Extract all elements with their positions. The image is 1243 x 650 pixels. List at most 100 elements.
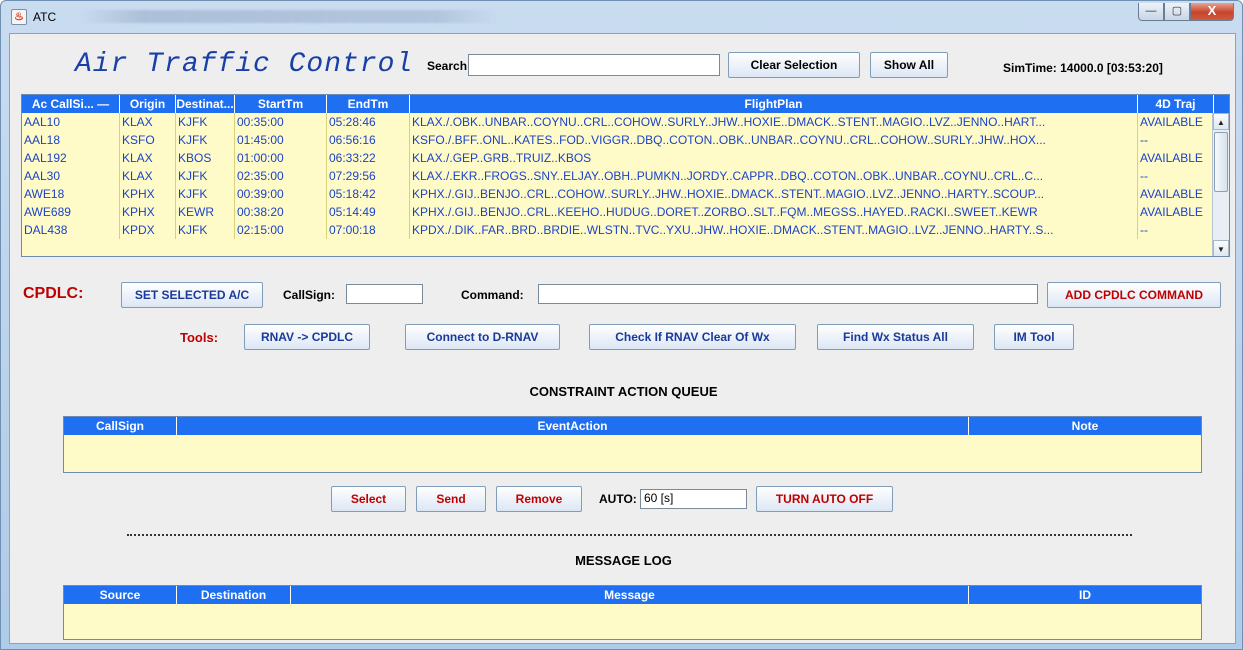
- find-wx-status-all-button[interactable]: Find Wx Status All: [817, 324, 974, 350]
- cell-origin: KLAX: [120, 167, 176, 185]
- auto-interval-input[interactable]: 60 [s]: [640, 489, 747, 509]
- cell-4d-traj: AVAILABLE: [1138, 185, 1214, 203]
- table-row[interactable]: AWE18 KPHX KJFK 00:39:00 05:18:42 KPHX./.GIJ.…: [22, 185, 1214, 203]
- app-title: Air Traffic Control: [75, 49, 414, 80]
- cell-callsign: AAL18: [22, 131, 120, 149]
- cell-flightplan: KLAX./.GEP..GRB..TRUIZ..KBOS: [410, 149, 1138, 167]
- cell-starttm: 01:45:00: [235, 131, 327, 149]
- client-area: Air Traffic Control Search Clear Selecti…: [9, 33, 1236, 644]
- remove-button[interactable]: Remove: [496, 486, 582, 512]
- command-label: Command:: [461, 288, 524, 302]
- flights-table-body: AAL10 KLAX KJFK 00:35:00 05:28:46 KLAX./.OBK.…: [22, 113, 1214, 256]
- clear-selection-button[interactable]: Clear Selection: [728, 52, 860, 78]
- command-input[interactable]: [538, 284, 1038, 304]
- cell-4d-traj: AVAILABLE: [1138, 113, 1214, 131]
- table-row[interactable]: AAL10 KLAX KJFK 00:35:00 05:28:46 KLAX./.OBK.…: [22, 113, 1214, 131]
- message-log-title: MESSAGE LOG: [575, 553, 672, 568]
- column-header-flightplan[interactable]: FlightPlan: [410, 95, 1138, 113]
- auto-label: AUTO:: [599, 492, 637, 506]
- column-header-endtm[interactable]: EndTm: [327, 95, 410, 113]
- add-cpdlc-command-button[interactable]: ADD CPDLC COMMAND: [1047, 282, 1221, 308]
- show-all-button[interactable]: Show All: [870, 52, 948, 78]
- cell-origin: KSFO: [120, 131, 176, 149]
- cell-callsign: AWE689: [22, 203, 120, 221]
- table-row[interactable]: AAL30 KLAX KJFK 02:35:00 07:29:56 KLAX./.EKR.…: [22, 167, 1214, 185]
- column-header-callsign[interactable]: Ac CallSi... —: [22, 95, 120, 113]
- table-row[interactable]: AAL192 KLAX KBOS 01:00:00 06:33:22 KLAX./.GEP…: [22, 149, 1214, 167]
- column-header-destination[interactable]: Destinat...: [176, 95, 235, 113]
- message-log-table: Source Destination Message ID: [63, 585, 1202, 640]
- cell-destination: KJFK: [176, 167, 235, 185]
- set-selected-ac-button[interactable]: SET SELECTED A/C: [121, 282, 263, 308]
- flights-table-header: Ac CallSi... — Origin Destinat... StartTm En…: [22, 95, 1229, 113]
- rnav-to-cpdlc-button[interactable]: RNAV -> CPDLC: [244, 324, 370, 350]
- scroll-up-arrow-icon[interactable]: ▲: [1213, 113, 1229, 130]
- column-header-origin[interactable]: Origin: [120, 95, 176, 113]
- table-row[interactable]: DAL438 KPDX KJFK 02:15:00 07:00:18 KPDX./.DIK…: [22, 221, 1214, 239]
- minimize-button[interactable]: —: [1138, 3, 1164, 21]
- table-row[interactable]: AAL18 KSFO KJFK 01:45:00 06:56:16 KSFO./.BFF.…: [22, 131, 1214, 149]
- column-header-note[interactable]: Note: [969, 417, 1201, 435]
- check-rnav-clear-wx-button[interactable]: Check If RNAV Clear Of Wx: [589, 324, 796, 350]
- cell-starttm: 00:38:20: [235, 203, 327, 221]
- window-controls: — ▢ X: [1138, 3, 1234, 21]
- cell-flightplan: KLAX./.OBK..UNBAR..COYNU..CRL..COHOW..SU…: [410, 113, 1138, 131]
- close-button[interactable]: X: [1190, 3, 1234, 21]
- constraint-queue-table: CallSign EventAction Note: [63, 416, 1202, 473]
- cell-endtm: 06:56:16: [327, 131, 410, 149]
- java-app-icon: ♨: [11, 9, 27, 25]
- column-header-id[interactable]: ID: [969, 586, 1201, 604]
- search-input[interactable]: [468, 54, 720, 76]
- scroll-thumb[interactable]: [1214, 132, 1228, 192]
- cell-destination: KJFK: [176, 185, 235, 203]
- search-label: Search: [427, 59, 468, 73]
- callsign-input[interactable]: [346, 284, 423, 304]
- title-bar[interactable]: ♨ ATC — ▢ X: [1, 1, 1242, 33]
- cell-destination: KJFK: [176, 113, 235, 131]
- column-header-destination[interactable]: Destination: [177, 586, 291, 604]
- cell-origin: KLAX: [120, 149, 176, 167]
- cell-flightplan: KLAX./.EKR..FROGS..SNY..ELJAY..OBH..PUMK…: [410, 167, 1138, 185]
- window-title: ATC: [33, 10, 57, 24]
- column-header-starttm[interactable]: StartTm: [235, 95, 327, 113]
- cell-starttm: 02:15:00: [235, 221, 327, 239]
- cell-destination: KJFK: [176, 131, 235, 149]
- cell-callsign: AAL192: [22, 149, 120, 167]
- cell-4d-traj: --: [1138, 167, 1214, 185]
- cell-4d-traj: --: [1138, 131, 1214, 149]
- cell-endtm: 07:29:56: [327, 167, 410, 185]
- flights-table: Ac CallSi... — Origin Destinat... StartTm En…: [21, 94, 1230, 257]
- select-button[interactable]: Select: [331, 486, 406, 512]
- cell-flightplan: KSFO./.BFF..ONL..KATES..FOD..VIGGR..DBQ.…: [410, 131, 1138, 149]
- cell-endtm: 06:33:22: [327, 149, 410, 167]
- window-path-blurred: [79, 10, 499, 23]
- turn-auto-off-button[interactable]: TURN AUTO OFF: [756, 486, 893, 512]
- flights-scrollbar[interactable]: ▲ ▼: [1212, 113, 1229, 256]
- column-header-source[interactable]: Source: [64, 586, 177, 604]
- message-log-header: Source Destination Message ID: [64, 586, 1201, 604]
- app-window: ♨ ATC — ▢ X Air Traffic Control Search C…: [0, 0, 1243, 650]
- column-header-message[interactable]: Message: [291, 586, 969, 604]
- scroll-down-arrow-icon[interactable]: ▼: [1213, 240, 1229, 256]
- section-divider: [127, 534, 1132, 536]
- cell-destination: KBOS: [176, 149, 235, 167]
- cell-4d-traj: AVAILABLE: [1138, 203, 1214, 221]
- cell-flightplan: KPHX./.GIJ..BENJO..CRL..COHOW..SURLY..JH…: [410, 185, 1138, 203]
- cell-origin: KLAX: [120, 113, 176, 131]
- im-tool-button[interactable]: IM Tool: [994, 324, 1074, 350]
- cell-starttm: 02:35:00: [235, 167, 327, 185]
- cell-starttm: 00:35:00: [235, 113, 327, 131]
- connect-d-rnav-button[interactable]: Connect to D-RNAV: [405, 324, 560, 350]
- cell-endtm: 05:28:46: [327, 113, 410, 131]
- table-row[interactable]: AWE689 KPHX KEWR 00:38:20 05:14:49 KPHX./.GIJ…: [22, 203, 1214, 221]
- maximize-button[interactable]: ▢: [1164, 3, 1190, 21]
- send-button[interactable]: Send: [416, 486, 486, 512]
- constraint-queue-header: CallSign EventAction Note: [64, 417, 1201, 435]
- cell-4d-traj: AVAILABLE: [1138, 149, 1214, 167]
- cpdlc-label: CPDLC:: [23, 285, 84, 302]
- cell-endtm: 05:18:42: [327, 185, 410, 203]
- column-header-eventaction[interactable]: EventAction: [177, 417, 969, 435]
- column-header-4d-traj[interactable]: 4D Traj: [1138, 95, 1214, 113]
- column-header-callsign[interactable]: CallSign: [64, 417, 177, 435]
- cell-endtm: 07:00:18: [327, 221, 410, 239]
